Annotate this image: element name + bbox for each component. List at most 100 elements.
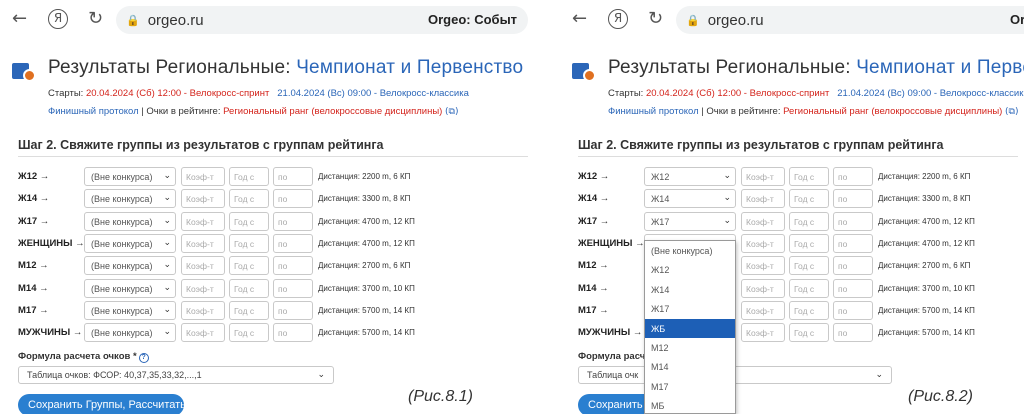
year-to-input[interactable]: по xyxy=(833,278,873,298)
year-from-input[interactable]: Год с xyxy=(229,189,269,209)
dropdown-option[interactable]: Ж12 xyxy=(645,260,735,279)
yandex-icon[interactable]: Я xyxy=(48,9,68,29)
address-bar[interactable]: 🔒 orgeo.ru xyxy=(676,6,1024,34)
rating-group-select[interactable]: (Вне конкурса) ⌄ xyxy=(84,233,176,253)
coef-input[interactable]: Коэф-т xyxy=(741,300,785,320)
year-to-input[interactable]: по xyxy=(833,167,873,186)
coef-input[interactable]: Коэф-т xyxy=(181,211,225,231)
year-to-input[interactable]: по xyxy=(833,233,873,253)
coef-input[interactable]: Коэф-т xyxy=(181,278,225,298)
year-from-input[interactable]: Год с xyxy=(789,256,829,276)
coef-input[interactable]: Коэф-т xyxy=(741,233,785,253)
distance-info: Дистанция: 2200 m, 6 КП xyxy=(318,172,411,181)
year-to-input[interactable]: по xyxy=(273,323,313,343)
year-from-input[interactable]: Год с xyxy=(229,300,269,320)
year-from-input[interactable]: Год с xyxy=(229,323,269,343)
coef-input[interactable]: Коэф-т xyxy=(181,323,225,343)
dropdown-option[interactable]: (Вне конкурса) xyxy=(645,241,735,260)
coef-input[interactable]: Коэф-т xyxy=(741,211,785,231)
year-from-input[interactable]: Год с xyxy=(229,256,269,276)
start-2-link[interactable]: 21.04.2024 (Вс) 09:00 - Велокросс-класси… xyxy=(277,88,469,99)
year-from-input[interactable]: Год с xyxy=(229,233,269,253)
select-value: (Вне конкурса) xyxy=(91,305,153,316)
coef-input[interactable]: Коэф-т xyxy=(181,256,225,276)
dropdown-option[interactable]: МБ xyxy=(645,396,735,413)
panel-fig-8-2: ← Я ↻ 🔒 orgeo.ru Org Результаты Регионал… xyxy=(560,0,1024,414)
dropdown-option[interactable]: М12 xyxy=(645,338,735,357)
rating-group-select[interactable]: (Вне конкурса) ⌄ xyxy=(84,167,176,186)
group-label: М17 → xyxy=(18,304,49,316)
year-to-input[interactable]: по xyxy=(273,300,313,320)
finish-protocol-link[interactable]: Финишный протокол xyxy=(608,106,699,117)
help-icon[interactable]: ? xyxy=(138,353,149,363)
year-to-input[interactable]: по xyxy=(273,189,313,209)
reload-icon[interactable]: ↻ xyxy=(88,10,103,28)
year-from-input[interactable]: Год с xyxy=(789,323,829,343)
formula-select[interactable]: Таблица очков: ФСОР: 40,37,35,33,32,...,… xyxy=(18,366,334,384)
coef-input[interactable]: Коэф-т xyxy=(741,323,785,343)
rating-link[interactable]: Региональный ранг (велокроссовые дисципл… xyxy=(223,106,442,117)
coef-input[interactable]: Коэф-т xyxy=(741,278,785,298)
rating-group-select[interactable]: (Вне конкурса) ⌄ xyxy=(84,300,176,320)
rating-group-select[interactable]: (Вне конкурса) ⌄ xyxy=(84,256,176,276)
start-1-link[interactable]: 20.04.2024 (Сб) 12:00 - Велокросс-спринт xyxy=(646,88,829,99)
rating-group-select[interactable]: Ж17 ⌄ xyxy=(644,211,736,231)
coef-input[interactable]: Коэф-т xyxy=(181,233,225,253)
year-from-input[interactable]: Год с xyxy=(789,167,829,186)
rating-group-select[interactable]: Ж12 ⌄ xyxy=(644,167,736,186)
coef-input[interactable]: Коэф-т xyxy=(741,167,785,186)
year-from-input[interactable]: Год с xyxy=(789,278,829,298)
year-to-input[interactable]: по xyxy=(273,278,313,298)
coef-input[interactable]: Коэф-т xyxy=(181,300,225,320)
coef-input[interactable]: Коэф-т xyxy=(181,189,225,209)
year-to-input[interactable]: по xyxy=(833,189,873,209)
dropdown-option[interactable]: М14 xyxy=(645,357,735,376)
year-to-input[interactable]: по xyxy=(273,256,313,276)
year-to-input[interactable]: по xyxy=(273,167,313,186)
select-value: (Вне конкурса) xyxy=(91,194,153,205)
step-title: Шаг 2. Свяжите группы из результатов с г… xyxy=(578,138,944,152)
year-from-input[interactable]: Год с xyxy=(229,167,269,186)
year-from-input[interactable]: Год с xyxy=(229,278,269,298)
rating-group-select[interactable]: (Вне конкурса) ⌄ xyxy=(84,211,176,231)
year-from-input[interactable]: Год с xyxy=(789,189,829,209)
back-arrow-icon[interactable]: ← xyxy=(12,10,27,28)
start-1-link[interactable]: 20.04.2024 (Сб) 12:00 - Велокросс-спринт xyxy=(86,88,269,99)
year-from-input[interactable]: Год с xyxy=(789,233,829,253)
external-link-icon[interactable]: (⧉) xyxy=(1005,107,1018,117)
year-to-input[interactable]: по xyxy=(833,211,873,231)
rating-group-select[interactable]: (Вне конкурса) ⌄ xyxy=(84,323,176,343)
yandex-icon[interactable]: Я xyxy=(608,9,628,29)
rating-group-select[interactable]: (Вне конкурса) ⌄ xyxy=(84,189,176,209)
external-link-icon[interactable]: (⧉) xyxy=(445,107,458,117)
year-to-input[interactable]: по xyxy=(273,211,313,231)
rating-group-select[interactable]: Ж14 ⌄ xyxy=(644,189,736,209)
year-from-input[interactable]: Год с xyxy=(789,211,829,231)
dropdown-option[interactable]: Ж14 xyxy=(645,280,735,299)
rating-group-select[interactable]: (Вне конкурса) ⌄ xyxy=(84,278,176,298)
coef-input[interactable]: Коэф-т xyxy=(741,189,785,209)
dropdown-option[interactable]: ЖБ xyxy=(645,318,735,338)
year-from-input[interactable]: Год с xyxy=(789,300,829,320)
select-value: (Вне конкурса) xyxy=(91,328,153,339)
coef-input[interactable]: Коэф-т xyxy=(181,167,225,186)
year-to-input[interactable]: по xyxy=(273,233,313,253)
distance-info: Дистанция: 4700 m, 12 КП xyxy=(878,216,975,226)
group-row: Ж14 → (Вне конкурса) ⌄ Коэф-т Год с по Дистанц… xyxy=(18,189,537,209)
finish-protocol-link[interactable]: Финишный протокол xyxy=(48,106,139,117)
group-label: ЖЕНЩИНЫ → xyxy=(18,237,85,249)
group-dropdown-menu: (Вне конкурса) Ж12 Ж14 Ж17 ЖБ М12 М14 М17 МБ xyxy=(644,240,736,414)
reload-icon[interactable]: ↻ xyxy=(648,10,663,28)
dropdown-option[interactable]: М17 xyxy=(645,377,735,396)
rating-link[interactable]: Региональный ранг (велокроссовые дисципл… xyxy=(783,106,1002,117)
year-to-input[interactable]: по xyxy=(833,256,873,276)
back-arrow-icon[interactable]: ← xyxy=(572,10,587,28)
year-to-input[interactable]: по xyxy=(833,323,873,343)
start-2-link[interactable]: 21.04.2024 (Вс) 09:00 - Велокросс-класси… xyxy=(837,88,1024,99)
dropdown-option[interactable]: Ж17 xyxy=(645,299,735,318)
group-row: ЖЕНЩИНЫ → (Вне конкурса) ⌄ Коэф-тГод спо Дис… xyxy=(18,233,537,254)
save-calc-button[interactable]: Сохранить Группы, Рассчитать xyxy=(18,394,184,414)
coef-input[interactable]: Коэф-т xyxy=(741,256,785,276)
year-to-input[interactable]: по xyxy=(833,300,873,320)
year-from-input[interactable]: Год с xyxy=(229,211,269,231)
